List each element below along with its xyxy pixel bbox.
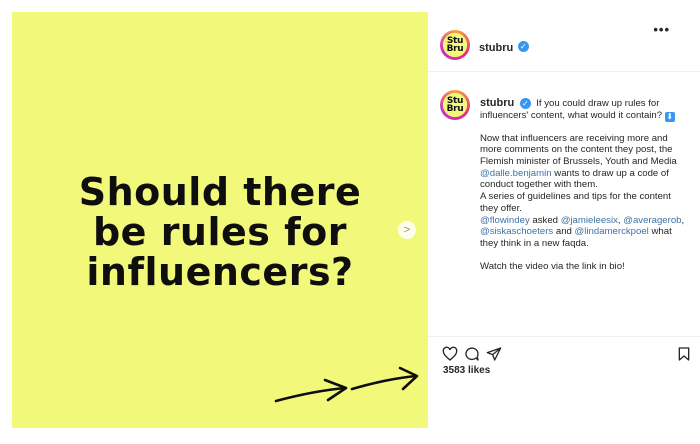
caption-paragraph-4: @flowindey asked @jamieleesix, @averager… bbox=[480, 214, 685, 249]
mention-link[interactable]: @dalle.benjamin bbox=[480, 168, 552, 179]
chevron-right-icon: > bbox=[403, 223, 411, 236]
verified-badge-icon: ✓ bbox=[517, 41, 529, 53]
caption-username[interactable]: stubru bbox=[480, 97, 514, 109]
header-user: stubru ✓ bbox=[479, 38, 529, 56]
heart-icon[interactable] bbox=[442, 346, 458, 362]
caption-paragraph-5: Watch the video via the link in bio! bbox=[480, 260, 625, 272]
mention-link[interactable]: @jamieleesix bbox=[561, 215, 618, 226]
caption-paragraph-3: A series of guidelines and tips for the … bbox=[480, 191, 671, 214]
mention-link[interactable]: @siskaschoeters bbox=[480, 226, 553, 237]
mention-link[interactable]: @averagerob bbox=[623, 215, 681, 226]
comment-icon[interactable] bbox=[464, 346, 480, 362]
avatar[interactable]: Stu Bru bbox=[440, 30, 470, 60]
caption-avatar[interactable]: Stu Bru bbox=[440, 90, 470, 120]
avatar-logo: Stu Bru bbox=[446, 36, 464, 54]
post-header: Stu Bru stubru ✓ ••• bbox=[428, 12, 700, 72]
caption-text: stubru ✓ If you could draw up rules for … bbox=[480, 97, 690, 272]
action-bar: 3583 likes bbox=[428, 336, 700, 428]
mention-link[interactable]: @lindamerckpoel bbox=[575, 226, 649, 237]
bookmark-icon[interactable] bbox=[676, 346, 692, 362]
down-arrow-emoji-icon: ⬇ bbox=[664, 111, 675, 122]
caption-paragraph-2: Now that influencers are receiving more … bbox=[480, 132, 677, 191]
send-icon[interactable] bbox=[486, 346, 502, 362]
more-options-icon[interactable]: ••• bbox=[653, 22, 670, 37]
caption-avatar-logo: Stu Bru bbox=[446, 96, 464, 114]
post-image[interactable]: Should there be rules for influencers? > bbox=[12, 12, 428, 428]
caption-intro: stubru ✓ If you could draw up rules for … bbox=[480, 97, 690, 122]
verified-badge-icon: ✓ bbox=[519, 98, 531, 109]
mention-link[interactable]: @flowindey bbox=[480, 215, 530, 226]
header-username[interactable]: stubru bbox=[479, 42, 513, 54]
likes-count[interactable]: 3583 likes bbox=[443, 365, 490, 376]
next-slide-button[interactable]: > bbox=[398, 221, 416, 239]
arrow-doodles bbox=[274, 366, 419, 403]
post-side-panel: Stu Bru stubru ✓ ••• Stu Bru stubru ✓ If… bbox=[428, 12, 700, 428]
